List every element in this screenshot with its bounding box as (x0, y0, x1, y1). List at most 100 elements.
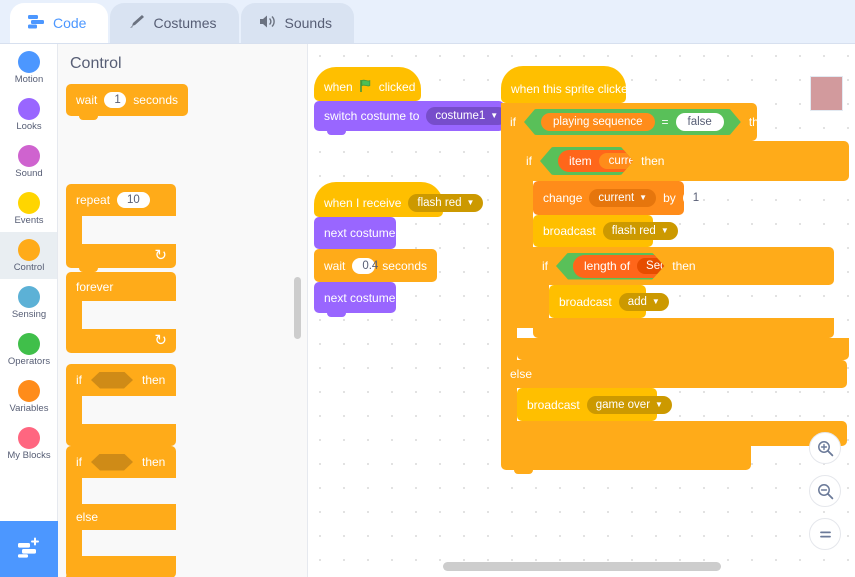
if-else-condition-slot[interactable] (91, 454, 133, 471)
sequence-list-dropdown[interactable]: Sequence ▼ (678, 153, 761, 169)
wait-script-label: wait (324, 258, 346, 273)
tab-costumes[interactable]: Costumes (110, 3, 239, 43)
palette-block-repeat[interactable]: repeat 10 ↻ (66, 184, 176, 272)
broadcast-game-over-block[interactable]: broadcast game over ▼ (517, 388, 672, 425)
if-mid-if-label: if (526, 154, 532, 168)
tab-sounds[interactable]: Sounds (240, 3, 354, 43)
if-label: if (76, 373, 82, 387)
category-my-blocks[interactable]: My Blocks (0, 420, 57, 467)
category-control[interactable]: Control (0, 232, 57, 279)
palette-block-forever[interactable]: forever ↻ (66, 272, 176, 353)
script-when-sprite-clicked[interactable]: when this sprite clicked if playing sequ… (501, 66, 849, 474)
if-condition-slot[interactable] (91, 372, 133, 389)
when-i-receive-hat[interactable]: when I receive flash red ▼ (314, 182, 484, 217)
zoom-out-icon (817, 483, 833, 499)
change-variable-row: change current ▼ by 1 (533, 181, 703, 215)
if-else-arm-2 (66, 530, 82, 556)
palette-block-wait-until[interactable]: wait until (66, 572, 166, 577)
greater-than-operator[interactable]: current > length of Sequence ▼ (556, 253, 664, 280)
next-costume-block-2[interactable]: next costume (314, 282, 396, 317)
when-sprite-clicked-row: when this sprite clicked (501, 66, 634, 103)
costume-dropdown[interactable]: costume1 ▼ (426, 107, 508, 125)
wait-script-value[interactable]: 0.4 (352, 257, 378, 274)
if-mid-foot (517, 338, 849, 360)
change-variable-dropdown[interactable]: current ▼ (589, 189, 657, 207)
add-extension-button[interactable] (0, 521, 58, 577)
broadcast-flash-dropdown[interactable]: flash red ▼ (602, 222, 678, 240)
when-flag-clicked-hat[interactable]: when clicked (314, 67, 421, 101)
repeat-value-input[interactable]: 10 (117, 192, 150, 208)
next-costume-bump-2 (327, 313, 346, 317)
category-motion-label: Motion (14, 73, 44, 85)
change-amount-input[interactable]: 1 (682, 190, 703, 206)
category-events-label: Events (14, 214, 44, 226)
item-of-list-reporter[interactable]: item current of Sequence ▼ (558, 150, 772, 172)
block-palette[interactable]: Control wait 1 seconds repeat 10 ↻ forev… (58, 44, 308, 577)
add-extension-icon (16, 537, 42, 562)
if-inner-then-label: then (672, 259, 696, 273)
broadcast-add-block[interactable]: broadcast add ▼ (549, 285, 669, 322)
zoom-reset-button[interactable] (809, 518, 841, 550)
wait-block-script[interactable]: wait 0.4 seconds (314, 249, 437, 286)
equals-operator-outer[interactable]: playing sequence = false (524, 109, 741, 135)
change-variable-block[interactable]: change current ▼ by 1 (533, 181, 703, 219)
palette-block-wait[interactable]: wait 1 seconds (66, 84, 188, 120)
length-of-list-reporter[interactable]: length of Sequence ▼ (573, 255, 731, 278)
if-else-row: if then (66, 446, 176, 478)
broadcast-add-dropdown[interactable]: add ▼ (618, 292, 669, 311)
repeat-row: repeat 10 (66, 184, 176, 216)
workspace-horizontal-scrollbar[interactable] (443, 562, 721, 571)
category-motion[interactable]: Motion (0, 44, 57, 91)
category-sidebar: Motion Looks Sound Events Control Sensin… (0, 44, 58, 521)
if-outer-else-band: else (501, 360, 847, 388)
if-mid-header[interactable]: if item current of Sequence ▼ = (517, 141, 849, 181)
category-events[interactable]: Events (0, 185, 57, 232)
brush-icon (128, 14, 145, 32)
next-costume-block-1[interactable]: next costume (314, 217, 396, 253)
if-else-mid: else (66, 504, 176, 530)
equals-operator-mid[interactable]: item current of Sequence ▼ = Red (540, 147, 633, 175)
sequence-list-value: Sequence (687, 155, 740, 167)
false-value-input[interactable]: false (676, 113, 724, 131)
category-sensing[interactable]: Sensing (0, 279, 57, 326)
if-else-then-label: then (142, 455, 166, 469)
broadcast-flash-red-block[interactable]: broadcast flash red ▼ (533, 215, 678, 251)
chevron-down-icon-7: ▼ (651, 296, 660, 306)
code-workspace[interactable]: when clicked switch costume to costume1 … (308, 44, 855, 577)
palette-block-if-then[interactable]: if then (66, 364, 176, 450)
script-when-i-receive[interactable]: when I receive flash red ▼ next costume … (314, 182, 484, 317)
category-control-label: Control (13, 261, 45, 273)
category-operators[interactable]: Operators (0, 326, 57, 373)
switch-costume-block[interactable]: switch costume to costume1 ▼ (314, 101, 508, 135)
tab-code[interactable]: Code (10, 3, 109, 43)
zoom-in-button[interactable] (809, 432, 841, 464)
palette-block-if-else[interactable]: if then else (66, 446, 176, 577)
if-outer-foot (501, 446, 751, 470)
category-sound[interactable]: Sound (0, 138, 57, 185)
script-when-flag-clicked[interactable]: when clicked switch costume to costume1 … (314, 67, 508, 135)
operators-color-dot (18, 332, 40, 355)
loop-arrow-icon-2: ↻ (154, 332, 167, 349)
if-outer-header[interactable]: if playing sequence = false then (501, 103, 772, 141)
variable-playing-sequence[interactable]: playing sequence (541, 113, 655, 131)
broadcast-game-over-value: game over (595, 398, 651, 411)
sensing-color-dot (18, 285, 40, 308)
tab-bar: Code Costumes Sounds (0, 0, 855, 44)
wait-value-input[interactable]: 1 (104, 92, 127, 108)
palette-scrollbar[interactable] (294, 277, 301, 339)
control-color-dot (18, 238, 40, 261)
category-looks[interactable]: Looks (0, 91, 57, 138)
else-band-row: else (501, 360, 847, 388)
sprite-thumbnail[interactable] (810, 76, 843, 111)
if-inner-header[interactable]: if current > length of Sequence ▼ then (533, 247, 834, 285)
category-variables-label: Variables (9, 402, 49, 414)
category-variables[interactable]: Variables (0, 373, 57, 420)
tab-code-label: Code (53, 15, 87, 31)
if-outer-condition[interactable]: playing sequence = false (524, 109, 741, 135)
when-sprite-clicked-hat[interactable]: when this sprite clicked (501, 66, 634, 103)
if-then-foot (66, 424, 176, 446)
zoom-out-button[interactable] (809, 475, 841, 507)
broadcast-game-over-dropdown[interactable]: game over ▼ (586, 395, 672, 414)
repeat-label: repeat (76, 193, 111, 207)
receive-message-dropdown[interactable]: flash red ▼ (408, 194, 484, 212)
